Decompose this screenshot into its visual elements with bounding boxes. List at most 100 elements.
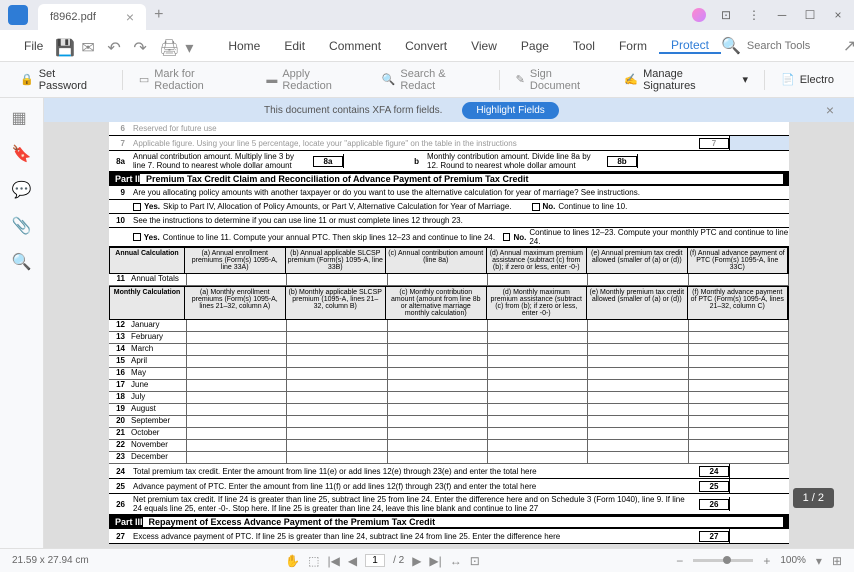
manage-signatures-button[interactable]: ✍ Manage Signatures ▾	[616, 64, 756, 96]
form-field[interactable]	[187, 356, 287, 367]
menu-convert[interactable]: Convert	[393, 39, 459, 53]
form-field[interactable]	[287, 404, 387, 415]
menu-protect[interactable]: Protect	[659, 38, 721, 54]
form-field[interactable]	[588, 344, 688, 355]
sign-document-button[interactable]: ✎ Sign Document	[508, 64, 613, 96]
form-field[interactable]	[287, 368, 387, 379]
thumbnails-icon[interactable]: ▦	[12, 108, 32, 128]
document-tab[interactable]: f8962.pdf ×	[38, 4, 146, 30]
form-field[interactable]	[287, 380, 387, 391]
add-tab-icon[interactable]: +	[154, 6, 163, 24]
form-field[interactable]	[729, 479, 789, 493]
form-field[interactable]	[488, 416, 588, 427]
set-password-button[interactable]: 🔒 Set Password	[12, 64, 114, 96]
form-field[interactable]	[689, 332, 789, 343]
form-field[interactable]	[729, 497, 789, 511]
form-field[interactable]	[388, 344, 488, 355]
comments-icon[interactable]: 💬	[12, 180, 32, 200]
ai-icon[interactable]	[692, 8, 706, 22]
checkbox[interactable]	[133, 233, 141, 241]
form-field[interactable]	[689, 440, 789, 451]
mark-redaction-button[interactable]: ▭ Mark for Redaction	[131, 64, 254, 96]
select-tool-icon[interactable]: ⬚	[308, 554, 319, 568]
form-field[interactable]	[729, 529, 789, 543]
form-field[interactable]	[388, 392, 488, 403]
form-field[interactable]	[488, 440, 588, 451]
form-field[interactable]	[388, 274, 488, 285]
form-field[interactable]	[287, 344, 387, 355]
form-field[interactable]	[287, 392, 387, 403]
form-field[interactable]	[388, 416, 488, 427]
expand-icon[interactable]: ⊡	[718, 7, 734, 23]
form-field[interactable]	[588, 368, 688, 379]
form-field[interactable]	[588, 440, 688, 451]
form-field[interactable]	[488, 380, 588, 391]
form-field[interactable]	[187, 440, 287, 451]
form-field[interactable]	[388, 356, 488, 367]
zoom-dropdown-icon[interactable]: ▾	[816, 554, 822, 568]
form-field[interactable]	[488, 320, 588, 331]
form-field[interactable]	[187, 332, 287, 343]
attachments-icon[interactable]: 📎	[12, 216, 32, 236]
form-field[interactable]	[637, 154, 697, 168]
form-field[interactable]	[488, 452, 588, 463]
menu-home[interactable]: Home	[216, 39, 272, 53]
form-field[interactable]	[588, 428, 688, 439]
xfa-close-icon[interactable]: ×	[826, 102, 834, 118]
search-icon[interactable]: 🔍	[721, 36, 741, 56]
form-field[interactable]	[187, 392, 287, 403]
apply-redaction-button[interactable]: ▬ Apply Redaction	[258, 64, 369, 96]
minimize-icon[interactable]: ─	[774, 7, 790, 23]
form-field[interactable]	[187, 344, 287, 355]
first-page-icon[interactable]: |◀	[327, 554, 339, 568]
search-redact-button[interactable]: 🔍 Search & Redact	[374, 64, 491, 96]
close-window-icon[interactable]: ×	[830, 7, 846, 23]
file-menu[interactable]: File	[12, 39, 55, 53]
hand-tool-icon[interactable]: ✋	[285, 554, 300, 568]
menu-form[interactable]: Form	[607, 39, 659, 53]
form-field[interactable]	[187, 368, 287, 379]
form-field[interactable]	[488, 274, 588, 285]
form-field[interactable]	[388, 452, 488, 463]
maximize-icon[interactable]: ☐	[802, 7, 818, 23]
form-field[interactable]	[187, 320, 287, 331]
form-field[interactable]	[689, 428, 789, 439]
form-field[interactable]	[388, 428, 488, 439]
form-field[interactable]	[287, 452, 387, 463]
menu-icon[interactable]: ⋮	[746, 7, 762, 23]
print-icon[interactable]: 🖨	[159, 38, 175, 54]
fullscreen-icon[interactable]: ⊞	[832, 554, 842, 568]
form-field[interactable]	[588, 274, 688, 285]
form-field[interactable]	[388, 404, 488, 415]
form-field[interactable]	[588, 356, 688, 367]
form-field[interactable]	[689, 416, 789, 427]
form-field[interactable]	[187, 404, 287, 415]
mail-icon[interactable]: ✉	[81, 38, 97, 54]
form-field[interactable]	[388, 440, 488, 451]
form-field[interactable]	[287, 320, 387, 331]
form-field[interactable]	[287, 440, 387, 451]
form-field[interactable]	[287, 332, 387, 343]
zoom-out-icon[interactable]: −	[676, 554, 683, 568]
form-field[interactable]	[729, 136, 789, 150]
form-field[interactable]	[488, 332, 588, 343]
form-field[interactable]	[287, 428, 387, 439]
form-field[interactable]	[488, 344, 588, 355]
form-field[interactable]	[488, 392, 588, 403]
form-field[interactable]	[689, 392, 789, 403]
form-field[interactable]	[689, 368, 789, 379]
form-field[interactable]	[689, 404, 789, 415]
form-field[interactable]	[689, 452, 789, 463]
form-field[interactable]	[588, 320, 688, 331]
search-sidebar-icon[interactable]: 🔍	[12, 252, 32, 272]
menu-comment[interactable]: Comment	[317, 39, 393, 53]
form-field[interactable]	[588, 392, 688, 403]
form-field[interactable]	[588, 452, 688, 463]
close-tab-icon[interactable]: ×	[126, 9, 134, 25]
highlight-fields-button[interactable]: Highlight Fields	[462, 102, 558, 119]
form-field[interactable]	[187, 380, 287, 391]
form-field[interactable]	[287, 356, 387, 367]
form-field[interactable]	[187, 416, 287, 427]
fit-width-icon[interactable]: ↔	[450, 554, 462, 568]
checkbox[interactable]	[133, 203, 141, 211]
